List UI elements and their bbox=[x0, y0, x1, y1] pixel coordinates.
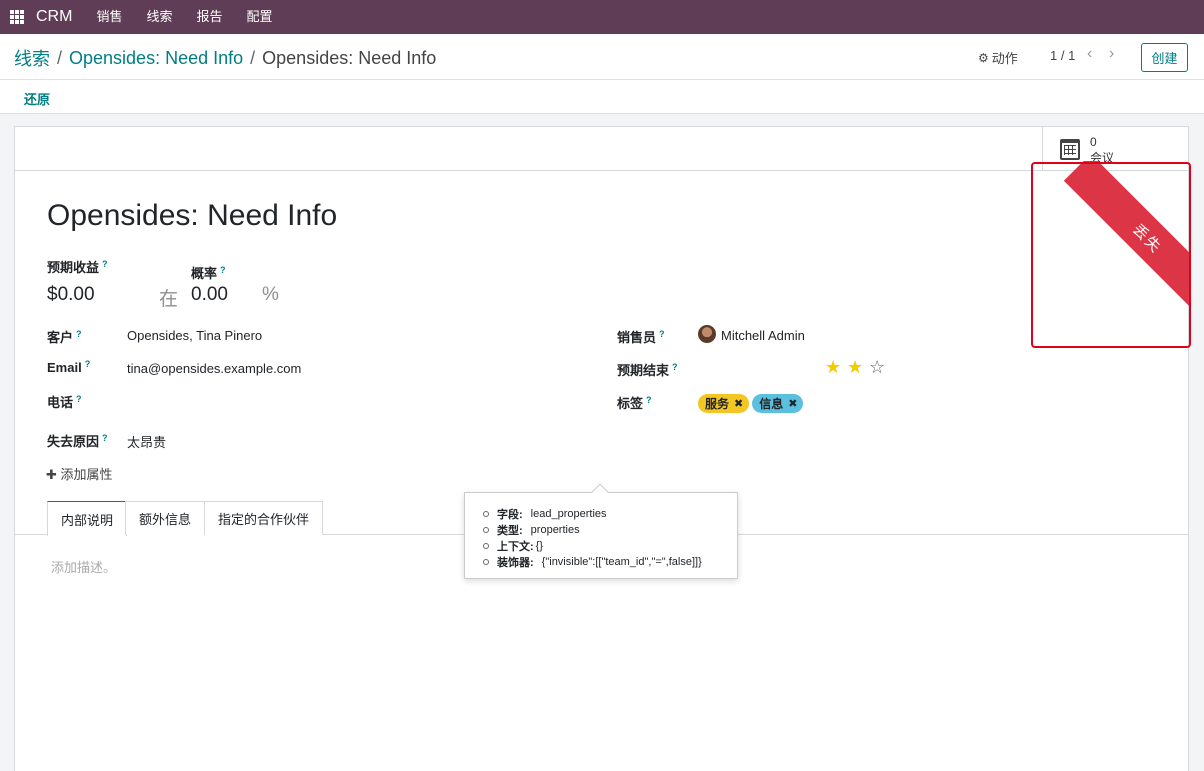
menu-item-sales[interactable]: 销售 bbox=[84, 0, 134, 34]
customer-label: 客户? bbox=[47, 327, 82, 346]
tooltip-key: 字段: bbox=[497, 509, 523, 521]
expected-revenue-label-text: 预期收益 bbox=[47, 260, 100, 275]
restore-button[interactable]: 还原 bbox=[24, 89, 50, 108]
email-field[interactable]: tina@opensides.example.com bbox=[127, 361, 301, 376]
probability-field[interactable]: 0.00 bbox=[191, 284, 228, 306]
star-icon[interactable]: ★ bbox=[847, 357, 869, 378]
breadcrumb-leads[interactable]: 线索 bbox=[14, 45, 50, 71]
smart-button-box: 0 会议 bbox=[15, 127, 1188, 171]
priority-stars: ★ ★ ☆ bbox=[825, 357, 891, 378]
expected-closing-label: 预期结束? bbox=[617, 360, 678, 379]
tags-field: 服务 ✖ 信息 ✖ bbox=[698, 394, 806, 413]
email-label-text: Email bbox=[47, 360, 82, 375]
tag-label: 信息 bbox=[759, 397, 784, 411]
star-icon[interactable]: ☆ bbox=[869, 357, 891, 378]
help-icon[interactable]: ? bbox=[102, 259, 108, 269]
probability-label-text: 概率 bbox=[191, 266, 218, 281]
chevron-left-icon[interactable]: ‹ bbox=[1087, 45, 1092, 63]
breadcrumb: 线索 / Opensides: Need Info / Opensides: N… bbox=[14, 45, 436, 71]
tag-badge[interactable]: 信息 ✖ bbox=[752, 394, 804, 413]
email-label: Email? bbox=[47, 359, 91, 375]
gear-icon: ⚙ bbox=[978, 50, 989, 65]
action-label: 动作 bbox=[991, 51, 1018, 66]
form-sheet: 0 会议 丢失 Opensides: Need Info 预期收益? $0.00… bbox=[14, 126, 1191, 771]
remove-tag-icon[interactable]: ✖ bbox=[788, 397, 797, 410]
help-icon[interactable]: ? bbox=[76, 329, 82, 339]
tooltip-key: 类型: bbox=[497, 525, 523, 537]
control-panel: 线索 / Opensides: Need Info / Opensides: N… bbox=[0, 34, 1204, 114]
customer-field[interactable]: Opensides, Tina Pinero bbox=[127, 328, 262, 343]
tooltip-row: 字段: lead_properties bbox=[483, 506, 607, 522]
help-icon[interactable]: ? bbox=[659, 329, 665, 339]
at-label: 在 bbox=[159, 289, 179, 310]
tag-badge[interactable]: 服务 ✖ bbox=[698, 394, 750, 413]
tooltip-value: properties bbox=[530, 524, 580, 536]
pager-value[interactable]: 1 / 1 bbox=[1050, 48, 1075, 63]
apps-menu-icon[interactable] bbox=[10, 10, 24, 24]
plus-icon: ✚ bbox=[46, 467, 57, 482]
lost-reason-field[interactable]: 太昂贵 bbox=[127, 432, 166, 451]
add-property-label: 添加属性 bbox=[60, 467, 113, 482]
customer-label-text: 客户 bbox=[47, 330, 74, 345]
salesperson-field[interactable]: Mitchell Admin bbox=[721, 328, 805, 343]
create-button[interactable]: 创建 bbox=[1141, 43, 1188, 72]
status-ribbon: 丢失 bbox=[1032, 161, 1190, 347]
salesperson-label: 销售员? bbox=[617, 327, 665, 346]
avatar bbox=[698, 325, 716, 343]
remove-tag-icon[interactable]: ✖ bbox=[734, 397, 743, 410]
probability-label: 概率? bbox=[191, 263, 226, 282]
add-property-button[interactable]: ✚ 添加属性 bbox=[46, 464, 113, 483]
tooltip-row: 上下文: {} bbox=[483, 538, 543, 554]
phone-label: 电话? bbox=[47, 392, 82, 411]
lost-reason-label: 失去原因? bbox=[47, 431, 108, 450]
tooltip-key: 上下文: bbox=[497, 541, 534, 553]
lost-ribbon-label: 丢失 bbox=[1063, 161, 1190, 323]
tooltip-value: {"invisible":[["team_id","=",false]]} bbox=[541, 556, 702, 568]
menu-item-leads[interactable]: 线索 bbox=[134, 0, 184, 34]
main-menu: 销售 线索 报告 配置 bbox=[84, 0, 284, 34]
tags-label: 标签? bbox=[617, 393, 652, 412]
field-tooltip: 字段: lead_properties 类型: properties 上下文: … bbox=[464, 483, 738, 579]
salesperson-label-text: 销售员 bbox=[617, 330, 657, 345]
star-icon[interactable]: ★ bbox=[825, 357, 847, 378]
help-icon[interactable]: ? bbox=[85, 359, 91, 369]
lost-reason-label-text: 失去原因 bbox=[47, 434, 100, 449]
tooltip-row: 装饰器: {"invisible":[["team_id","=",false]… bbox=[483, 554, 702, 570]
percent-sign: % bbox=[262, 284, 279, 305]
tab-extra-info[interactable]: 额外信息 bbox=[125, 501, 206, 535]
help-icon[interactable]: ? bbox=[672, 362, 678, 372]
control-divider bbox=[0, 79, 1204, 80]
help-icon[interactable]: ? bbox=[76, 394, 82, 404]
action-button[interactable]: ⚙ 动作 bbox=[978, 48, 1018, 67]
breadcrumb-separator: / bbox=[57, 47, 63, 68]
tags-label-text: 标签 bbox=[617, 396, 644, 411]
tab-assigned-partner[interactable]: 指定的合作伙伴 bbox=[204, 501, 324, 535]
description-editor[interactable]: 添加描述。 bbox=[51, 557, 116, 576]
menu-item-reports[interactable]: 报告 bbox=[184, 0, 234, 34]
tag-label: 服务 bbox=[705, 397, 730, 411]
top-navbar: CRM 销售 线索 报告 配置 bbox=[0, 0, 1204, 34]
help-icon[interactable]: ? bbox=[646, 395, 652, 405]
breadcrumb-parent-record[interactable]: Opensides: Need Info bbox=[69, 48, 243, 69]
tooltip-key: 装饰器: bbox=[497, 557, 534, 569]
chevron-right-icon[interactable]: › bbox=[1109, 45, 1114, 63]
tooltip-value: {} bbox=[535, 540, 544, 552]
expected-revenue-label: 预期收益? bbox=[47, 257, 108, 276]
tab-internal-notes[interactable]: 内部说明 bbox=[47, 501, 128, 536]
help-icon[interactable]: ? bbox=[220, 265, 226, 275]
help-icon[interactable]: ? bbox=[102, 433, 108, 443]
tooltip-row: 类型: properties bbox=[483, 522, 580, 538]
tooltip-value: lead_properties bbox=[530, 508, 607, 520]
expected-closing-label-text: 预期结束 bbox=[617, 363, 670, 378]
phone-label-text: 电话 bbox=[47, 395, 74, 410]
breadcrumb-current: Opensides: Need Info bbox=[262, 47, 437, 68]
app-brand[interactable]: CRM bbox=[36, 8, 72, 26]
calendar-icon bbox=[1060, 139, 1080, 160]
phone-field[interactable] bbox=[127, 393, 427, 409]
menu-item-config[interactable]: 配置 bbox=[234, 0, 284, 34]
meetings-count: 0 bbox=[1090, 135, 1097, 149]
record-title[interactable]: Opensides: Need Info bbox=[47, 199, 337, 233]
expected-revenue-field[interactable]: $0.00 bbox=[47, 284, 95, 306]
breadcrumb-separator: / bbox=[250, 47, 256, 68]
